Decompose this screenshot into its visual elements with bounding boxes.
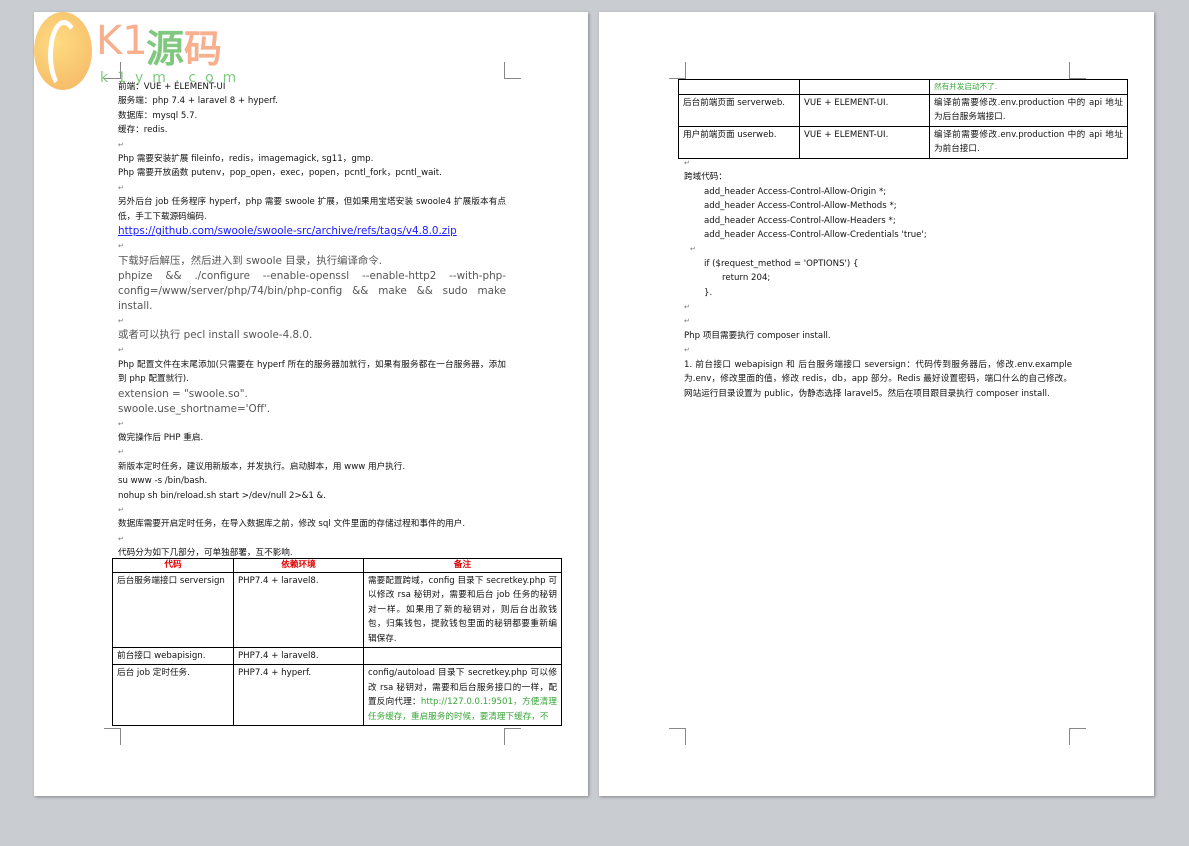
empty-paragraph: ↵	[118, 140, 124, 149]
empty-paragraph: ↵	[684, 303, 690, 312]
document-page-2: 然有并发启动不了. 后台前端页面 serverweb. VUE + ELEMEN…	[599, 12, 1154, 796]
table-cell: 编译前需要修改.env.production 中的 api 地址为后台服务端接口…	[929, 94, 1128, 127]
table-cell: VUE + ELEMENT-UI.	[799, 94, 930, 127]
code-line: add_header Access-Control-Allow-Origin *…	[704, 186, 887, 197]
logo-k1: K1	[96, 18, 148, 64]
paragraph: Php 需要安装扩展 fileinfo，redis，imagemagick, s…	[118, 154, 374, 165]
column-header: 代码	[112, 558, 234, 573]
code-line: add_header Access-Control-Allow-Methods …	[704, 201, 897, 212]
deployment-table: 代码 依赖环境 备注 后台服务端接口 serversign PHP7.4 + l…	[112, 558, 562, 727]
code-line: if ($request_method = 'OPTIONS') {	[704, 258, 859, 269]
table-cell: 需要配置跨域，config 目录下 secretkey.php 可以修改 rsa…	[363, 571, 562, 649]
table-row: 前台接口 webapisign. PHP7.4 + laravel8.	[112, 647, 562, 666]
empty-paragraph: ↵	[118, 316, 124, 325]
table-row: 后台服务端接口 serversign PHP7.4 + laravel8. 需要…	[112, 571, 562, 649]
table-cell: config/autoload 目录下 secretkey.php 可以修改 r…	[363, 664, 562, 727]
document-page-1: K1 源码 k1ym.com 前端：VUE + ELEMENT-UI 服务端：p…	[34, 12, 588, 796]
table-header-row: 代码 依赖环境 备注	[112, 558, 562, 573]
logo-emblem-icon	[34, 12, 92, 90]
code-line: nohup sh bin/reload.sh start >/dev/null …	[118, 490, 326, 501]
empty-paragraph: ↵	[118, 242, 124, 251]
table-row: 后台前端页面 serverweb. VUE + ELEMENT-UI. 编译前需…	[678, 94, 1128, 127]
column-header: 依赖环境	[233, 558, 364, 573]
code-line: add_header Access-Control-Allow-Headers …	[704, 215, 896, 226]
code-line: add_header Access-Control-Allow-Credenti…	[704, 230, 927, 241]
table-cell: PHP7.4 + laravel8.	[233, 571, 364, 649]
table-cell	[799, 79, 930, 95]
code-line: extension = "swoole.so".	[118, 387, 248, 400]
empty-paragraph: ↵	[684, 159, 690, 167]
code-line: su www -s /bin/bash.	[118, 476, 208, 487]
code-paragraph: phpize && ./configure --enable-openssl -…	[118, 269, 506, 312]
deployment-table-continued: 然有并发启动不了. 后台前端页面 serverweb. VUE + ELEMEN…	[678, 79, 1128, 159]
paragraph: Php 需要开放函数 putenv，pop_open，exec，popen，pc…	[118, 168, 442, 179]
empty-paragraph: ↵	[684, 317, 690, 326]
code-line: swoole.use_shortname='Off'.	[118, 402, 271, 415]
table-cell: PHP7.4 + laravel8.	[233, 647, 364, 666]
paragraph: 服务端：php 7.4 + laravel 8 + hyperf.	[118, 96, 278, 107]
crop-mark	[1069, 62, 1086, 79]
table-cell: 后台前端页面 serverweb.	[678, 94, 800, 127]
crop-mark	[1069, 728, 1086, 745]
code-line: return 204;	[722, 273, 771, 284]
page1-body: 前端：VUE + ELEMENT-UI 服务端：php 7.4 + larave…	[118, 80, 506, 561]
code-line: }.	[704, 287, 713, 298]
table-cell: 前台接口 webapisign.	[112, 647, 234, 666]
table-cell: 后台服务端接口 serversign	[112, 571, 234, 649]
paragraph: Php 配置文件在末尾添加(只需要在 hyperf 所在的服务器加就行，如果有服…	[118, 359, 506, 385]
paragraph: 或者可以执行 pecl install swoole-4.8.0.	[118, 329, 313, 342]
table-cell: 用户前端页面 userweb.	[678, 125, 800, 159]
paragraph: 跨域代码：	[684, 172, 727, 183]
paragraph: 1. 前台接口 webapisign 和 后台服务端接口 seversign：代…	[684, 359, 1072, 399]
crop-mark	[504, 62, 521, 79]
table-cell: 编译前需要修改.env.production 中的 api 地址为前台接口.	[929, 125, 1128, 159]
paragraph: 前端：VUE + ELEMENT-UI	[118, 82, 226, 92]
empty-paragraph: ↵	[118, 534, 124, 543]
paragraph: 新版本定时任务，建议用新版本，并发执行。启动脚本，用 www 用户执行.	[118, 461, 406, 472]
swoole-download-link[interactable]: https://github.com/swoole/swoole-src/arc…	[118, 225, 457, 237]
table-row: 后台 job 定时任务. PHP7.4 + hyperf. config/aut…	[112, 664, 562, 727]
crop-mark	[104, 728, 121, 745]
logo-cn: 源码	[146, 27, 223, 71]
empty-paragraph: ↵	[684, 346, 690, 355]
empty-paragraph: ↵	[118, 346, 124, 355]
empty-paragraph: ↵	[118, 419, 124, 428]
page2-body: ↵ 跨域代码： add_header Access-Control-Allow-…	[684, 156, 1072, 401]
paragraph: 下载好后解压，然后进入到 swoole 目录，执行编译命令.	[118, 254, 383, 267]
paragraph: 另外后台 job 任务程序 hyperf，php 需要 swoole 扩展，但如…	[118, 197, 506, 222]
empty-paragraph: ↵	[118, 448, 124, 457]
crop-mark	[669, 728, 686, 745]
paragraph: 做完操作后 PHP 重启.	[118, 432, 204, 443]
paragraph: Php 项目需要执行 composer install.	[684, 330, 831, 341]
table-row: 然有并发启动不了.	[678, 79, 1128, 95]
paragraph: 缓存：redis.	[118, 125, 168, 136]
column-header: 备注	[363, 558, 562, 573]
empty-paragraph: ↵	[118, 505, 124, 514]
paragraph: 数据库需要开启定时任务，在导入数据库之前，修改 sql 文件里面的存储过程和事件…	[118, 519, 466, 530]
table-cell: PHP7.4 + hyperf.	[233, 664, 364, 727]
table-cell	[363, 647, 562, 666]
empty-paragraph: ↵	[690, 245, 696, 254]
table-cell	[678, 79, 800, 95]
crop-mark	[504, 728, 521, 745]
table-cell: 然有并发启动不了.	[929, 79, 1128, 95]
empty-paragraph: ↵	[118, 183, 124, 192]
table-cell: VUE + ELEMENT-UI.	[799, 125, 930, 159]
crop-mark	[669, 62, 686, 79]
paragraph: 数据库：mysql 5.7.	[118, 110, 198, 121]
table-cell: 后台 job 定时任务.	[112, 664, 234, 727]
table-row: 用户前端页面 userweb. VUE + ELEMENT-UI. 编译前需要修…	[678, 125, 1128, 159]
